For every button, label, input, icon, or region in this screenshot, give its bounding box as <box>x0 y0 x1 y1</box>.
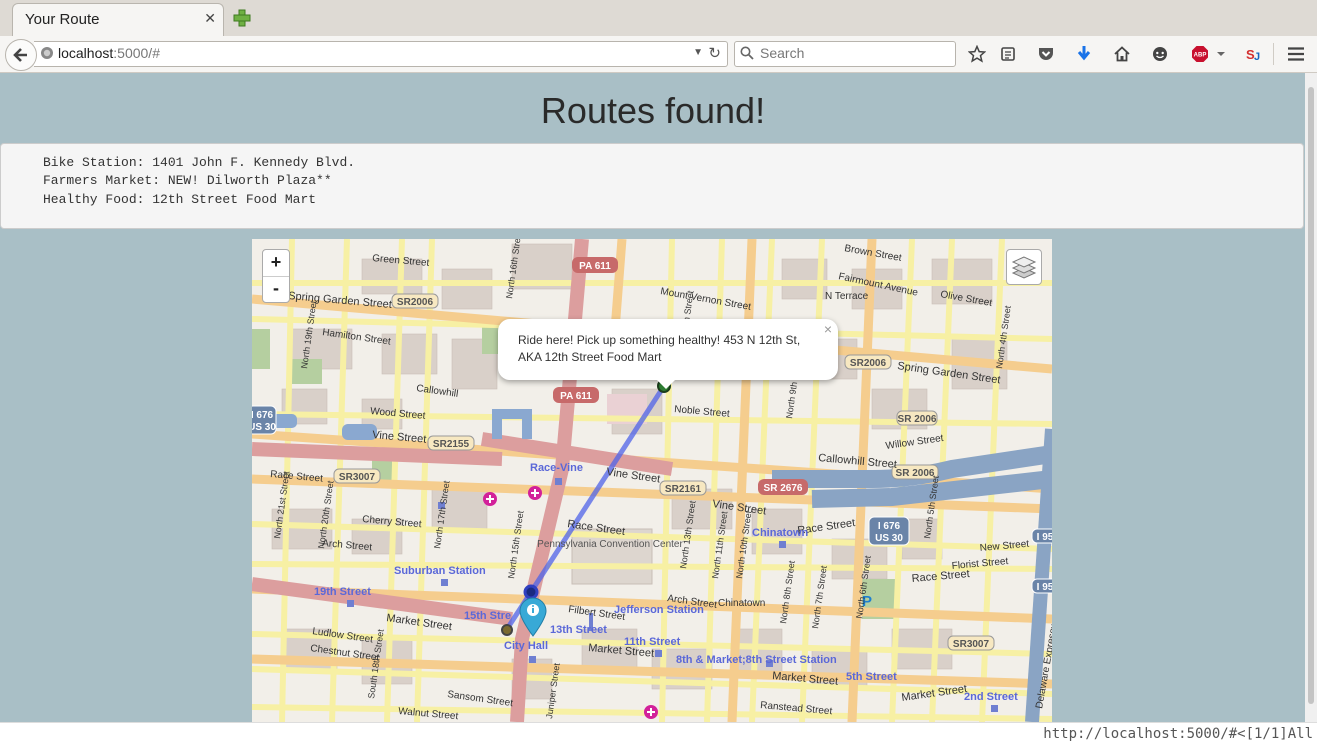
nav-toolbar: localhost:5000/# ▼ ↻ Search ABP SJ <box>0 36 1317 73</box>
home-icon[interactable] <box>1112 44 1132 64</box>
shield-sr2676: SR 2676 <box>764 483 803 494</box>
label-2nd-station: 2nd Street <box>964 691 1018 703</box>
shield-us30-left: US 30 <box>252 422 276 433</box>
tab-close-icon[interactable]: ✕ <box>204 10 216 27</box>
layers-button[interactable] <box>1006 249 1042 285</box>
status-bar: http://localhost:5000/#<[1/1]All <box>0 722 1317 745</box>
shield-i95-a: I 95 <box>1037 532 1052 543</box>
zoom-out-button[interactable]: - <box>263 276 289 302</box>
url-bar[interactable]: localhost:5000/# ▼ ↻ <box>34 41 728 67</box>
url-text: localhost:5000/# <box>58 45 160 61</box>
tab-title: Your Route <box>25 11 100 28</box>
shield-us30: US 30 <box>875 533 903 544</box>
zoom-in-button[interactable]: + <box>263 250 289 277</box>
adblock-icon[interactable]: ABP <box>1190 44 1210 64</box>
shield-sr3007-right: SR3007 <box>953 639 990 650</box>
popup-close-icon[interactable]: × <box>824 321 832 337</box>
label-n-terrace: N Terrace <box>825 291 869 302</box>
label-8th-station: 8th & Market;8th Street Station <box>676 654 837 666</box>
shield-sr3007-left: SR3007 <box>339 472 376 483</box>
shield-pa611-top: PA 611 <box>579 261 611 272</box>
map-tiles[interactable]: PA 611 PA 611 SR2006 SR2006 SR2155 SR300… <box>252 239 1052 722</box>
shield-i676: I 676 <box>878 521 901 532</box>
label-jefferson: Jefferson Station <box>614 604 704 616</box>
page-title: Routes found! <box>540 90 766 131</box>
shield-sr2006-b: SR 2006 <box>898 414 937 425</box>
url-host: localhost <box>58 45 114 61</box>
label-city-hall: City Hall <box>504 640 548 652</box>
reading-list-icon[interactable] <box>998 44 1018 64</box>
menu-icon[interactable] <box>1286 44 1306 64</box>
farmers-market-line: Farmers Market: NEW! Dilworth Plaza** <box>43 173 332 188</box>
bike-station-marker[interactable] <box>523 584 539 600</box>
extension-icon[interactable]: SJ <box>1244 44 1264 64</box>
chat-icon[interactable] <box>1150 44 1170 64</box>
search-box[interactable]: Search <box>734 41 956 67</box>
page-scrollbar[interactable] <box>1305 73 1317 722</box>
url-path: :5000/# <box>113 45 160 61</box>
shield-i676-left: I 676 <box>252 410 274 421</box>
shield-sr2155: SR2155 <box>433 439 470 450</box>
label-race-vine: Race-Vine <box>530 462 583 474</box>
scrollbar-thumb[interactable] <box>1308 87 1314 704</box>
label-11th-station: 11th Street <box>624 636 681 648</box>
back-button[interactable] <box>5 39 37 71</box>
tab-bar: Your Route ✕ <box>0 0 1317 37</box>
healthy-food-line: Healthy Food: 12th Street Food Mart <box>43 192 317 207</box>
label-13th-station: 13th Street <box>550 624 607 636</box>
label-chinatown-bottom: Chinatown <box>718 598 765 609</box>
new-tab-icon[interactable] <box>232 8 252 28</box>
route-info-box: Bike Station: 1401 John F. Kennedy Blvd.… <box>0 143 1304 229</box>
toolbar-separator <box>1273 43 1274 65</box>
route-map[interactable]: PA 611 PA 611 SR2006 SR2006 SR2155 SR300… <box>252 239 1052 722</box>
label-chinatown-top: Chinatown <box>752 527 808 539</box>
shield-i95-b: I 95 <box>1037 582 1052 593</box>
svg-text:ABP: ABP <box>1194 53 1207 59</box>
zoom-control: + - <box>262 249 290 303</box>
shield-sr2006-mid: SR 2006 <box>896 468 935 479</box>
download-icon[interactable] <box>1074 44 1094 64</box>
adblock-dropdown-icon[interactable] <box>1214 44 1228 64</box>
label-convention: Pennsylvania Convention Center <box>537 539 683 550</box>
label-5th-station: 5th Street <box>846 671 897 683</box>
market-marker[interactable] <box>501 624 513 636</box>
url-dropdown-icon[interactable]: ▼ <box>693 47 703 58</box>
label-suburban: Suburban Station <box>394 565 486 577</box>
layers-icon <box>1011 256 1037 279</box>
status-text: http://localhost:5000/#<[1/1]All <box>1043 726 1313 742</box>
svg-text:J: J <box>1254 51 1260 63</box>
label-19th-station: 19th Street <box>314 586 371 598</box>
shield-pa611-mid: PA 611 <box>560 391 592 402</box>
route-popup: × Ride here! Pick up something healthy! … <box>498 319 838 389</box>
search-icon <box>740 46 754 60</box>
label-15th-station: 15th Stre <box>464 610 511 622</box>
pocket-icon[interactable] <box>1036 44 1056 64</box>
bike-station-line: Bike Station: 1401 John F. Kennedy Blvd. <box>43 155 356 170</box>
popup-text: Ride here! Pick up something healthy! 45… <box>518 333 801 364</box>
shield-sr2006-right: SR2006 <box>850 358 887 369</box>
tab-active[interactable]: Your Route ✕ <box>12 3 224 37</box>
shield-sr2006-left: SR2006 <box>397 297 434 308</box>
globe-icon <box>41 47 53 59</box>
back-arrow-icon <box>13 48 27 62</box>
search-placeholder: Search <box>760 45 805 61</box>
bookmark-star-icon[interactable] <box>967 44 987 64</box>
shield-sr2161: SR2161 <box>665 484 702 495</box>
reload-icon[interactable]: ↻ <box>708 44 721 62</box>
